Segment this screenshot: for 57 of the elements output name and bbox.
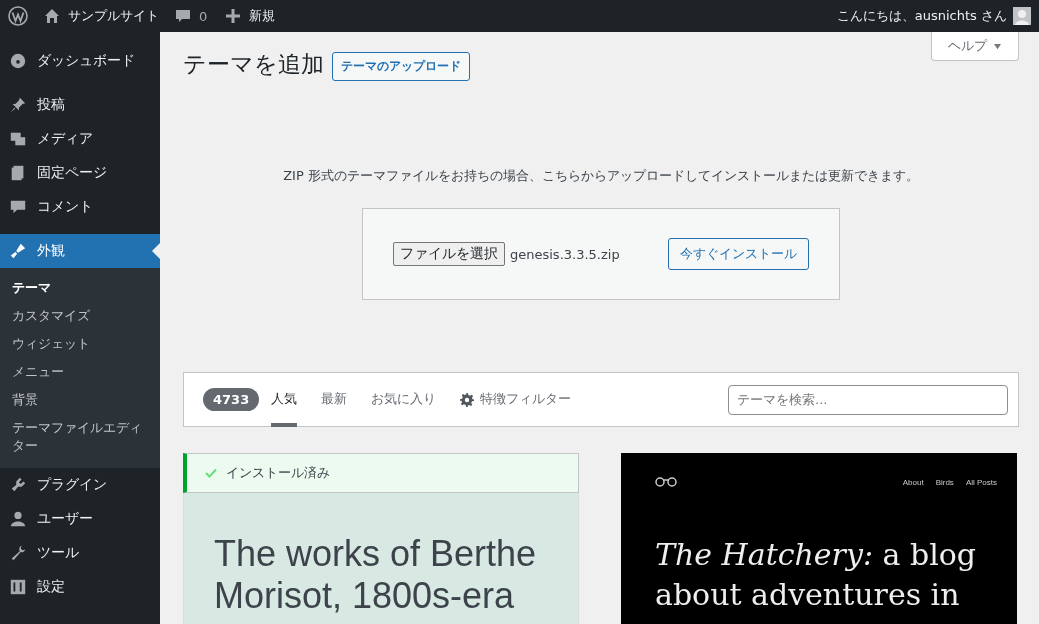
upload-theme-button[interactable]: テーマのアップロード — [332, 52, 470, 81]
menu-icon — [9, 242, 27, 260]
site-name-link[interactable]: サンプルサイト — [68, 7, 159, 25]
theme-screenshot[interactable]: About Birds All Posts The Hatchery: a blog about adventures in — [621, 453, 1017, 624]
submenu-item[interactable]: 背景 — [0, 386, 160, 414]
menu-item[interactable]: コメント — [0, 190, 160, 224]
menu-icon — [9, 510, 27, 528]
count-badge: 4733 — [203, 388, 260, 411]
submenu-item[interactable]: テーマ — [0, 274, 160, 302]
preview-heading: The Hatchery: a blog about adventures in — [655, 536, 978, 614]
submenu-item[interactable]: ウィジェット — [0, 330, 160, 358]
menu-item[interactable]: 固定ページ — [0, 156, 160, 190]
menu-item[interactable]: ツール — [0, 536, 160, 570]
settings-icon[interactable] — [460, 392, 475, 407]
binoculars-icon — [655, 477, 677, 487]
filter-tab[interactable]: 最新 — [321, 372, 348, 427]
menu-icon — [9, 578, 27, 596]
menu-item[interactable]: メディア — [0, 122, 160, 156]
help-button[interactable]: ヘルプ — [931, 32, 1019, 61]
search-field[interactable]: テーマを検索... — [728, 384, 1008, 415]
menu-icon — [9, 476, 27, 494]
menu-item[interactable]: ユーザー — [0, 502, 160, 536]
choose-file-button[interactable]: ファイルを選択 — [393, 242, 505, 266]
feature-filter-link[interactable]: 特徴フィルター — [480, 372, 572, 427]
theme-screenshot[interactable]: The works of Berthe Morisot, 1800s-era — [183, 493, 579, 624]
greeting-link[interactable]: こんにちは、ausnichts さん — [836, 7, 1007, 25]
menu-item[interactable]: 外観 — [0, 234, 160, 268]
comment-icon[interactable] — [175, 8, 191, 24]
preview-nav-link: All Posts — [965, 477, 997, 487]
logo-icon[interactable] — [8, 6, 28, 26]
home-icon[interactable] — [44, 8, 60, 24]
filter-tab[interactable]: お気に入り — [371, 372, 437, 427]
install-button[interactable]: 今すぐインストール — [668, 238, 809, 270]
menu-item[interactable]: プラグイン — [0, 468, 160, 502]
submenu-item[interactable]: テーマファイルエディター — [0, 414, 160, 460]
upload-description: ZIP 形式のテーマファイルをお持ちの場合、こちらからアップロードしてインストールまたは更新できます。 — [282, 167, 920, 185]
menu-icon — [9, 52, 27, 70]
menu-icon — [9, 130, 27, 148]
installed-label: インストール済み — [226, 464, 330, 482]
menu-icon — [9, 96, 27, 114]
new-link[interactable]: 新規 — [249, 7, 276, 25]
filter-tab[interactable]: 人気 — [271, 372, 298, 427]
menu-icon — [9, 544, 27, 562]
preview-heading: The works of Berthe Morisot, 1800s-era — [214, 533, 538, 617]
submenu-item[interactable]: メニュー — [0, 358, 160, 386]
menu-item[interactable]: 設定 — [0, 570, 160, 604]
submenu-item[interactable]: カスタマイズ — [0, 302, 160, 330]
menu-item[interactable]: 投稿 — [0, 88, 160, 122]
check-icon — [205, 468, 217, 478]
preview-nav-link: Birds — [935, 477, 954, 487]
plus-icon[interactable] — [225, 8, 242, 24]
file-name: genesis.3.3.5.zip — [510, 246, 621, 262]
page-title: テーマを追加 — [183, 50, 324, 79]
menu-item[interactable]: ダッシュボード — [0, 44, 160, 78]
comment-count[interactable]: 0 — [199, 8, 208, 24]
preview-nav-link: About — [902, 477, 924, 487]
caret-icon — [993, 42, 1002, 50]
